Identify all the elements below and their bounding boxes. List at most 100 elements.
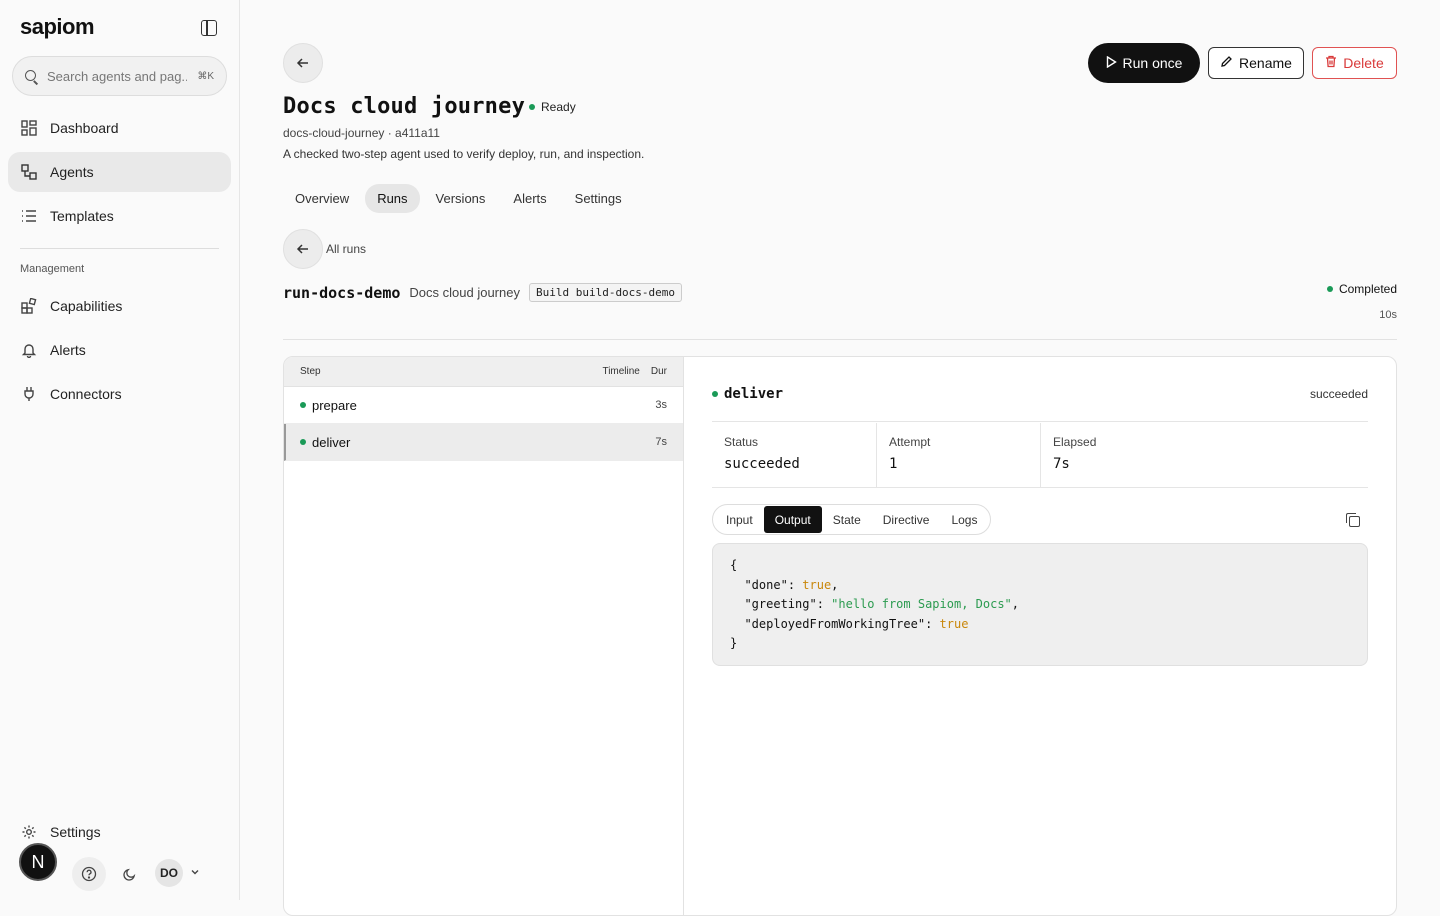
sidebar-item-label: Dashboard xyxy=(50,120,119,136)
page-title: Docs cloud journey xyxy=(283,94,526,119)
user-avatar[interactable]: DO xyxy=(155,859,183,887)
rename-label: Rename xyxy=(1239,55,1292,71)
sidebar-item-label: Templates xyxy=(50,208,114,224)
avatar[interactable]: N xyxy=(19,843,57,881)
table-row[interactable]: prepare 3s xyxy=(284,387,683,424)
step-detail-state: succeeded xyxy=(1309,387,1368,401)
search-icon xyxy=(25,69,38,83)
plug-icon xyxy=(20,385,38,403)
stat-value: 1 xyxy=(889,456,898,472)
bell-icon xyxy=(20,341,38,359)
table-row[interactable]: deliver 7s xyxy=(284,424,683,461)
output-code-block: { "done": true, "greeting": "hello from … xyxy=(712,543,1368,666)
back-button[interactable] xyxy=(283,43,323,83)
sidebar-item-label: Alerts xyxy=(50,342,86,358)
tab-output[interactable]: Output xyxy=(763,506,822,533)
sidebar-item-capabilities[interactable]: Capabilities xyxy=(8,286,231,326)
run-once-button[interactable]: Run once xyxy=(1088,43,1200,83)
agents-icon xyxy=(20,163,38,181)
sidebar-item-connectors[interactable]: Connectors xyxy=(8,374,231,414)
sidebar-divider xyxy=(20,248,219,249)
output-tabs: Input Output State Directive Logs xyxy=(712,504,992,535)
sidebar-item-dashboard[interactable]: Dashboard xyxy=(8,108,231,148)
code-value: "hello from Sapiom, Docs" xyxy=(831,597,1012,611)
steps-table-header: Step Timeline Dur xyxy=(284,357,683,387)
run-agent-name: Docs cloud journey xyxy=(409,285,520,300)
dashboard-icon xyxy=(20,119,38,137)
status-label: Ready xyxy=(541,100,576,114)
code-key: "greeting" xyxy=(744,597,817,611)
tab-input[interactable]: Input xyxy=(715,506,764,533)
tab-overview[interactable]: Overview xyxy=(283,184,361,213)
tab-logs[interactable]: Logs xyxy=(940,506,988,533)
tab-settings[interactable]: Settings xyxy=(563,184,634,213)
tab-state[interactable]: State xyxy=(822,506,872,533)
status-dot xyxy=(1326,286,1333,292)
run-status: Completed xyxy=(1326,282,1397,296)
sidebar-toggle-icon[interactable] xyxy=(201,20,217,36)
agent-description: A checked two-step agent used to verify … xyxy=(283,147,645,161)
run-once-label: Run once xyxy=(1122,55,1183,71)
code-brace-open: { xyxy=(730,558,738,572)
sidebar-item-label: Agents xyxy=(50,164,94,180)
stat-value: succeeded xyxy=(724,456,800,472)
sidebar-item-templates[interactable]: Templates xyxy=(8,196,231,236)
tab-directive[interactable]: Directive xyxy=(872,506,941,533)
agent-tabs: Overview Runs Versions Alerts Settings xyxy=(283,184,634,213)
step-duration: 3s xyxy=(655,399,667,411)
divider xyxy=(712,487,1368,488)
stat-attempt: Attempt 1 xyxy=(877,423,1040,487)
search-shortcut: ⌘K xyxy=(197,70,214,82)
search-box[interactable]: ⌘K xyxy=(12,56,227,96)
stat-label: Elapsed xyxy=(1053,435,1097,449)
divider xyxy=(712,421,1368,422)
step-duration: 7s xyxy=(655,436,667,448)
sidebar-item-label: Settings xyxy=(50,824,101,840)
list-icon xyxy=(20,207,38,225)
trash-icon xyxy=(1325,55,1337,71)
run-status-label: Completed xyxy=(1338,282,1397,296)
code-key: "done" xyxy=(744,577,788,592)
sidebar-item-agents[interactable]: Agents xyxy=(8,152,231,192)
sidebar-item-label: Capabilities xyxy=(50,298,123,314)
column-header-step: Step xyxy=(300,366,321,377)
all-runs-back-button[interactable] xyxy=(283,229,323,269)
step-name: prepare xyxy=(312,397,357,413)
rename-button[interactable]: Rename xyxy=(1208,47,1304,79)
all-runs-link[interactable]: All runs xyxy=(326,242,366,256)
sidebar-item-alerts[interactable]: Alerts xyxy=(8,330,231,370)
brand-logo[interactable]: sapiom xyxy=(20,14,95,40)
stat-label: Status xyxy=(724,435,759,449)
stat-status: Status succeeded xyxy=(712,423,876,487)
tab-runs[interactable]: Runs xyxy=(365,184,420,213)
column-header-timeline: Timeline xyxy=(602,366,640,377)
main-content: Run once Rename Delete Docs cloud journe… xyxy=(240,0,1440,916)
code-value: true xyxy=(939,616,969,631)
arrow-left-icon xyxy=(296,244,308,254)
help-icon[interactable] xyxy=(72,857,106,891)
build-badge: Build build-docs-demo xyxy=(528,283,683,302)
moon-icon[interactable] xyxy=(112,857,146,891)
run-duration: 10s xyxy=(1379,309,1397,321)
agent-slug: docs-cloud-journey · a411a11 xyxy=(283,126,440,140)
tab-alerts[interactable]: Alerts xyxy=(501,184,558,213)
code-brace-close: } xyxy=(730,636,738,650)
gear-icon xyxy=(20,823,38,841)
step-detail-name: deliver xyxy=(724,386,784,402)
chevron-down-icon[interactable] xyxy=(190,866,200,880)
play-icon xyxy=(1106,55,1117,71)
copy-icon[interactable] xyxy=(1346,513,1360,527)
code-key: "deployedFromWorkingTree" xyxy=(744,616,926,631)
stat-value: 7s xyxy=(1053,456,1070,472)
delete-button[interactable]: Delete xyxy=(1312,47,1397,79)
run-header: run-docs-demo Docs cloud journey Build b… xyxy=(283,283,683,302)
sidebar: sapiom ⌘K Dashboard Agents Templates Man… xyxy=(0,0,240,900)
search-input[interactable] xyxy=(47,68,187,84)
status-dot xyxy=(529,104,535,110)
step-name: deliver xyxy=(312,434,351,450)
step-status-dot xyxy=(300,402,306,408)
status-badge: Ready xyxy=(529,100,576,114)
tab-versions[interactable]: Versions xyxy=(424,184,498,213)
pencil-icon xyxy=(1220,55,1233,71)
divider xyxy=(283,339,1397,340)
